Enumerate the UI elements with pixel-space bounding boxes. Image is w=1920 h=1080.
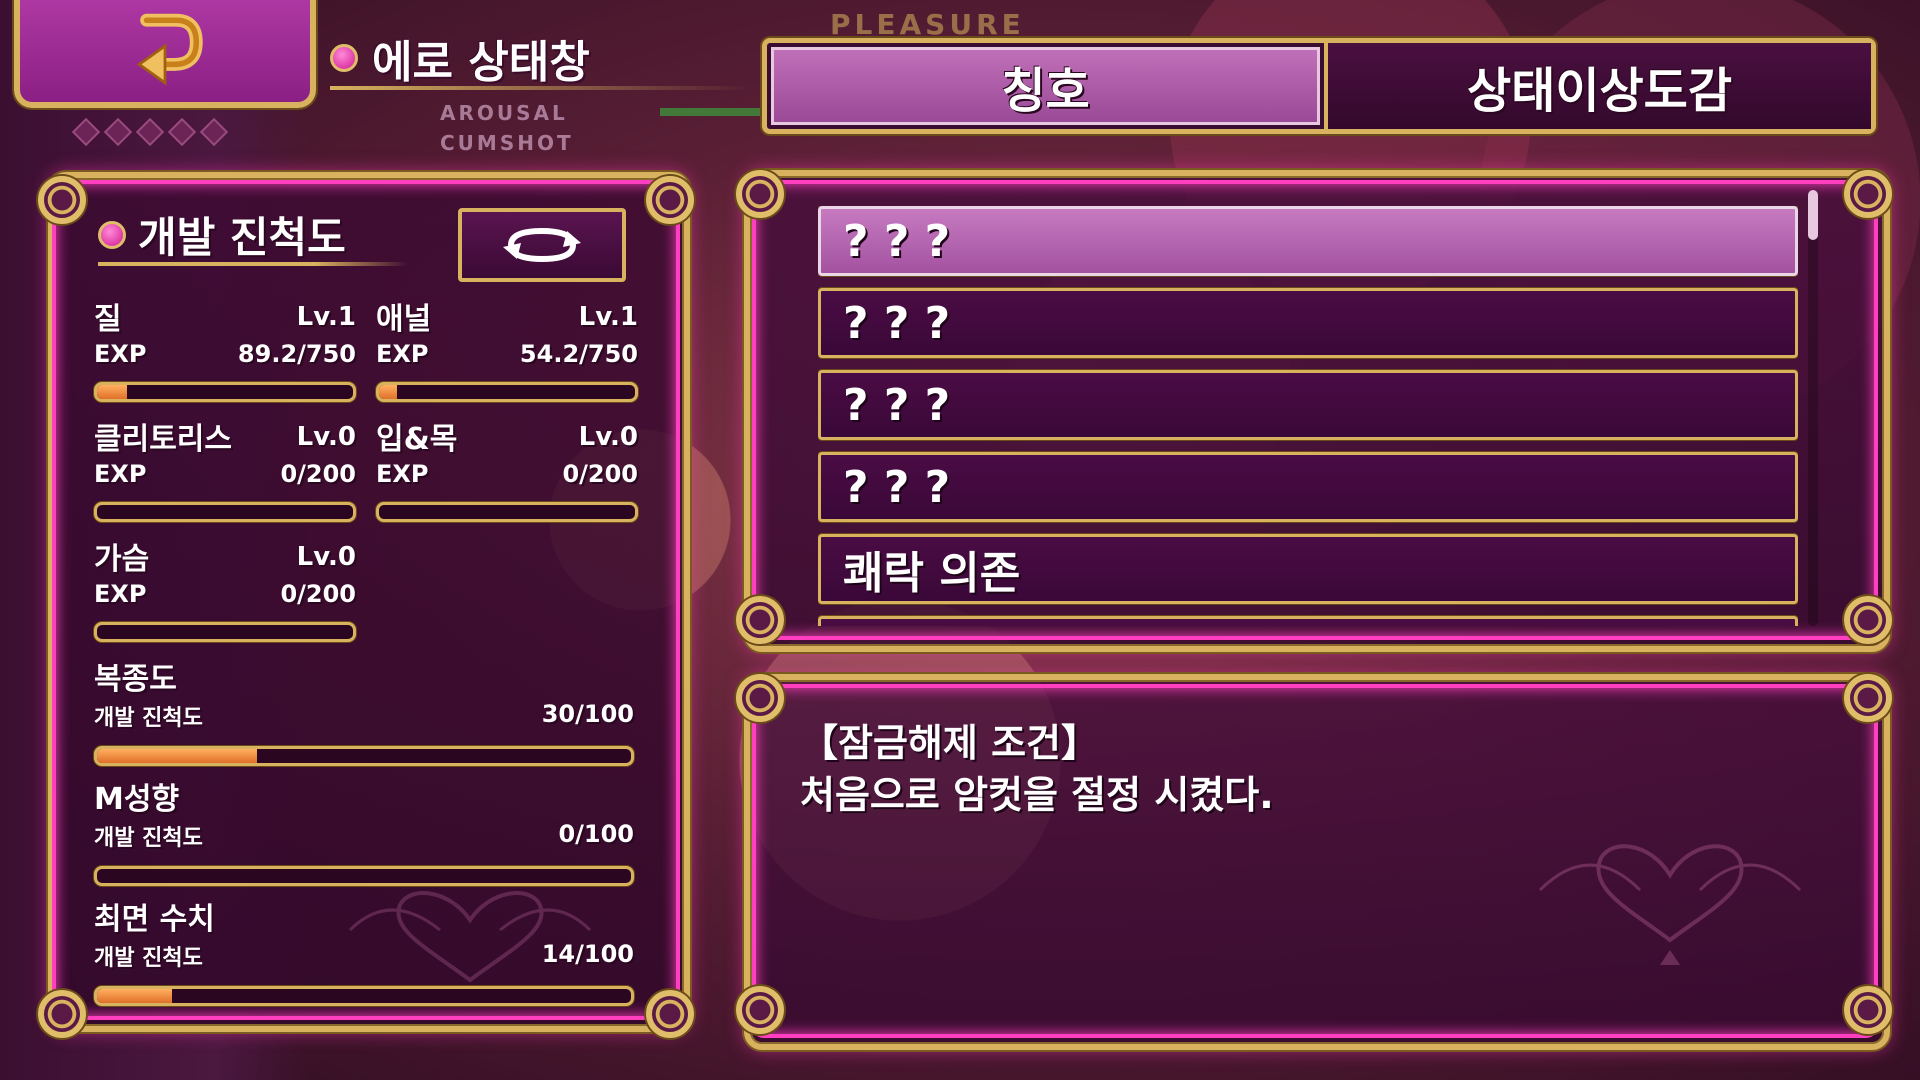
exp-value: 0/200 <box>280 580 356 608</box>
return-arrow-icon <box>136 13 203 86</box>
tab-status-effects[interactable]: 상태이상도감 <box>1324 43 1871 129</box>
bullet-icon <box>330 44 358 72</box>
exp-value: 54.2/750 <box>519 340 638 368</box>
stat-mouth-throat: 입&목 Lv.0 EXP 0/200 <box>376 414 638 522</box>
stat-level: Lv.0 <box>296 542 356 572</box>
refresh-cycle-icon <box>503 227 581 263</box>
stat-level: Lv.0 <box>578 422 638 452</box>
exp-bar <box>376 502 638 522</box>
window-title: 에로 상태창 <box>330 26 590 90</box>
stat-level: Lv.0 <box>296 422 356 452</box>
exp-label: EXP <box>376 340 429 368</box>
corner-ornament <box>1844 596 1892 644</box>
refresh-button[interactable] <box>458 208 626 282</box>
status-bar-labels: AROUSAL CUMSHOT <box>440 98 574 158</box>
list-scrollbar[interactable] <box>1808 190 1818 626</box>
list-item[interactable]: ? ? ? <box>818 616 1798 626</box>
title-underline <box>330 86 750 90</box>
list-item[interactable]: ? ? ? <box>818 370 1798 440</box>
corner-ornament <box>38 176 86 224</box>
gauge-bar-fill <box>97 749 258 763</box>
indicator-diamond <box>103 117 133 147</box>
indicator-diamond <box>199 117 229 147</box>
exp-label: EXP <box>94 340 147 368</box>
back-button[interactable] <box>14 0 316 108</box>
page-title: 에로 상태창 <box>372 37 590 88</box>
section-underline <box>98 262 408 266</box>
exp-label: EXP <box>376 460 429 488</box>
heart-ornament-icon <box>348 891 592 983</box>
gauge-bar <box>94 746 634 766</box>
page-indicator <box>71 117 229 147</box>
indicator-diamond <box>167 117 197 147</box>
tab-bar: 칭호 상태이상도감 <box>762 38 1876 134</box>
corner-ornament <box>1844 986 1892 1034</box>
gauge-sub-label: 개발 진척도 <box>94 826 203 851</box>
stat-vagina: 질 Lv.1 EXP 89.2/750 <box>94 294 356 402</box>
gauge-sub-label: 개발 진척도 <box>94 706 203 731</box>
unlock-condition-text: 처음으로 암컷을 절정 시켰다. <box>800 773 1274 817</box>
exp-label: EXP <box>94 460 147 488</box>
gauge-obedience: 복종도 개발 진척도 30/100 <box>94 654 634 766</box>
list-item[interactable]: ? ? ? <box>818 288 1798 358</box>
exp-bar <box>94 382 356 402</box>
stat-clitoris: 클리토리스 Lv.0 EXP 0/200 <box>94 414 356 522</box>
stat-breast: 가슴 Lv.0 EXP 0/200 <box>94 534 356 642</box>
indicator-diamond <box>135 117 165 147</box>
bullet-icon <box>98 220 126 249</box>
stat-level: Lv.1 <box>296 302 356 332</box>
exp-value: 0/200 <box>280 460 356 488</box>
stat-anal: 애널 Lv.1 EXP 54.2/750 <box>376 294 638 402</box>
development-header: 개발 진척도 <box>98 204 346 265</box>
gauge-bar-fill <box>97 989 172 1003</box>
exp-bar <box>376 382 638 402</box>
arousal-bar <box>660 108 760 116</box>
list-item[interactable]: ? ? ? <box>818 452 1798 522</box>
corner-ornament <box>736 596 784 644</box>
corner-ornament <box>646 176 694 224</box>
corner-ornament <box>736 170 784 218</box>
gauge-name: 복종도 <box>94 662 177 697</box>
cumshot-label: CUMSHOT <box>440 131 574 155</box>
gauge-value: 30/100 <box>541 700 634 728</box>
exp-value: 0/200 <box>562 460 638 488</box>
gauge-value: 0/100 <box>558 820 634 848</box>
indicator-diamond <box>71 117 101 147</box>
exp-bar <box>94 502 356 522</box>
exp-bar-fill <box>97 385 128 399</box>
exp-value: 89.2/750 <box>237 340 356 368</box>
corner-ornament <box>646 990 694 1038</box>
corner-ornament <box>1844 674 1892 722</box>
arousal-label: AROUSAL <box>440 101 568 125</box>
development-title: 개발 진척도 <box>138 213 346 262</box>
titles-list: ? ? ? ? ? ? ? ? ? ? ? ? 쾌락 의존 ? ? ? <box>818 206 1798 626</box>
exp-bar-fill <box>379 385 398 399</box>
exp-bar <box>94 622 356 642</box>
corner-ornament <box>1844 170 1892 218</box>
gauge-sub-label: 개발 진척도 <box>94 946 203 971</box>
corner-ornament <box>736 986 784 1034</box>
scrollbar-thumb[interactable] <box>1808 190 1818 240</box>
corner-ornament <box>38 990 86 1038</box>
list-item[interactable]: 쾌락 의존 <box>818 534 1798 604</box>
stat-level: Lv.1 <box>578 302 638 332</box>
exp-label: EXP <box>94 580 147 608</box>
list-item[interactable]: ? ? ? <box>818 206 1798 276</box>
heart-ornament-icon <box>1538 844 1802 965</box>
unlock-condition-title: 【잠금해제 조건】 <box>800 721 1099 765</box>
corner-ornament <box>736 674 784 722</box>
gauge-name: M성향 <box>94 782 180 817</box>
tab-titles[interactable]: 칭호 <box>771 47 1320 125</box>
top-decoration-text: PLEASURE <box>830 8 1025 41</box>
